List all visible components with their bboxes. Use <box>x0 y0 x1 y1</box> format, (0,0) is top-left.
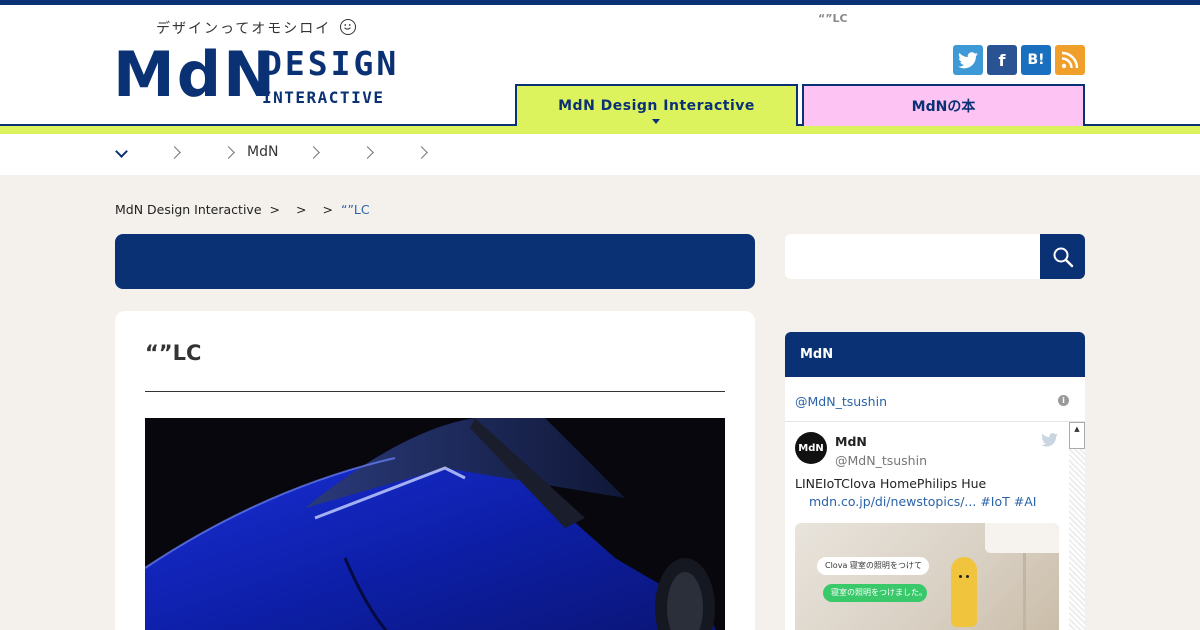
sub-navigation: MdN <box>0 134 1200 175</box>
hatena-bookmark-icon: B! <box>1027 52 1045 68</box>
twitter-timeline-widget: @MdN_tsushin i MdN MdN @MdN_tsushin LINE… <box>785 377 1085 630</box>
search-button[interactable] <box>1040 234 1085 279</box>
tab-label: MdNの本 <box>911 99 976 115</box>
twitter-bird-icon <box>1041 433 1058 447</box>
twitter-bird-icon <box>958 51 978 68</box>
widget-divider <box>785 421 1085 422</box>
rss-icon <box>1061 51 1079 69</box>
twitter-share-button[interactable] <box>953 45 983 75</box>
active-tab-caret-icon <box>652 119 660 124</box>
header-link-2[interactable] <box>877 53 933 73</box>
rss-feed-button[interactable] <box>1055 45 1085 75</box>
facebook-icon: f <box>998 50 1006 70</box>
chat-bubble-user: Clova 寝室の照明をつけて <box>817 557 929 575</box>
category-banner[interactable] <box>115 234 755 289</box>
info-icon[interactable]: i <box>1058 395 1069 406</box>
twitter-widget-header: MdN <box>785 332 1085 377</box>
breadcrumb-root[interactable]: MdN Design Interactive <box>115 202 262 217</box>
title-divider <box>145 391 725 392</box>
subnav-item-mdn[interactable]: MdN <box>247 144 278 160</box>
article-title: “”LC <box>145 341 202 365</box>
logo-design[interactable]: DESIGN <box>262 46 399 82</box>
search-icon <box>1053 247 1073 267</box>
header-article-title: “”LC <box>818 12 848 25</box>
chat-bubble-reply: 寝室の照明をつけました。 <box>823 584 927 602</box>
logo-interactive[interactable]: INTERACTIVE <box>262 88 384 108</box>
breadcrumb-separator: > <box>322 202 333 217</box>
scroll-up-arrow-icon[interactable]: ▲ <box>1069 422 1085 449</box>
timeline-handle-link[interactable]: @MdN_tsushin <box>795 394 887 409</box>
breadcrumb-separator: > <box>296 202 307 217</box>
widget-scrollbar[interactable] <box>1069 422 1085 630</box>
search-input[interactable] <box>785 234 1041 279</box>
site-tagline: デザインってオモシロイ <box>156 18 356 38</box>
tweet-link[interactable]: mdn.co.jp/di/newstopics/... #IoT #AI <box>809 494 1036 509</box>
tagline-text: デザインってオモシロイ <box>156 21 332 37</box>
tweet-author-handle[interactable]: @MdN_tsushin <box>835 453 927 468</box>
logo-mdn[interactable]: MdN <box>113 40 277 110</box>
smart-speaker-illustration <box>951 557 977 627</box>
breadcrumb: MdN Design Interactive > > > “”LC <box>115 202 370 217</box>
widget-title: MdN <box>800 347 834 362</box>
article-card: “”LC <box>115 311 755 630</box>
lamp-pole <box>1023 553 1026 630</box>
header-link-1[interactable] <box>804 53 860 73</box>
breadcrumb-separator: > <box>269 202 280 217</box>
hatena-bookmark-button[interactable]: B! <box>1021 45 1051 75</box>
lime-accent-strip <box>0 126 1200 134</box>
facebook-share-button[interactable]: f <box>987 45 1017 75</box>
avatar-label: MdN <box>798 442 824 454</box>
tweet-text: LINEIoTClova HomePhilips Hue <box>795 476 987 491</box>
lamp-shade <box>985 523 1059 553</box>
tab-mdn-books[interactable]: MdNの本 <box>802 84 1085 126</box>
tweet-image[interactable]: Clova 寝室の照明をつけて 寝室の照明をつけました。 <box>795 523 1059 630</box>
smiley-icon <box>339 19 356 35</box>
avatar[interactable]: MdN <box>795 432 827 464</box>
breadcrumb-current: “”LC <box>340 202 370 217</box>
tab-label: MdN Design Interactive <box>558 98 755 114</box>
tweet-author-name[interactable]: MdN <box>835 434 867 449</box>
article-hero-image <box>145 418 725 630</box>
